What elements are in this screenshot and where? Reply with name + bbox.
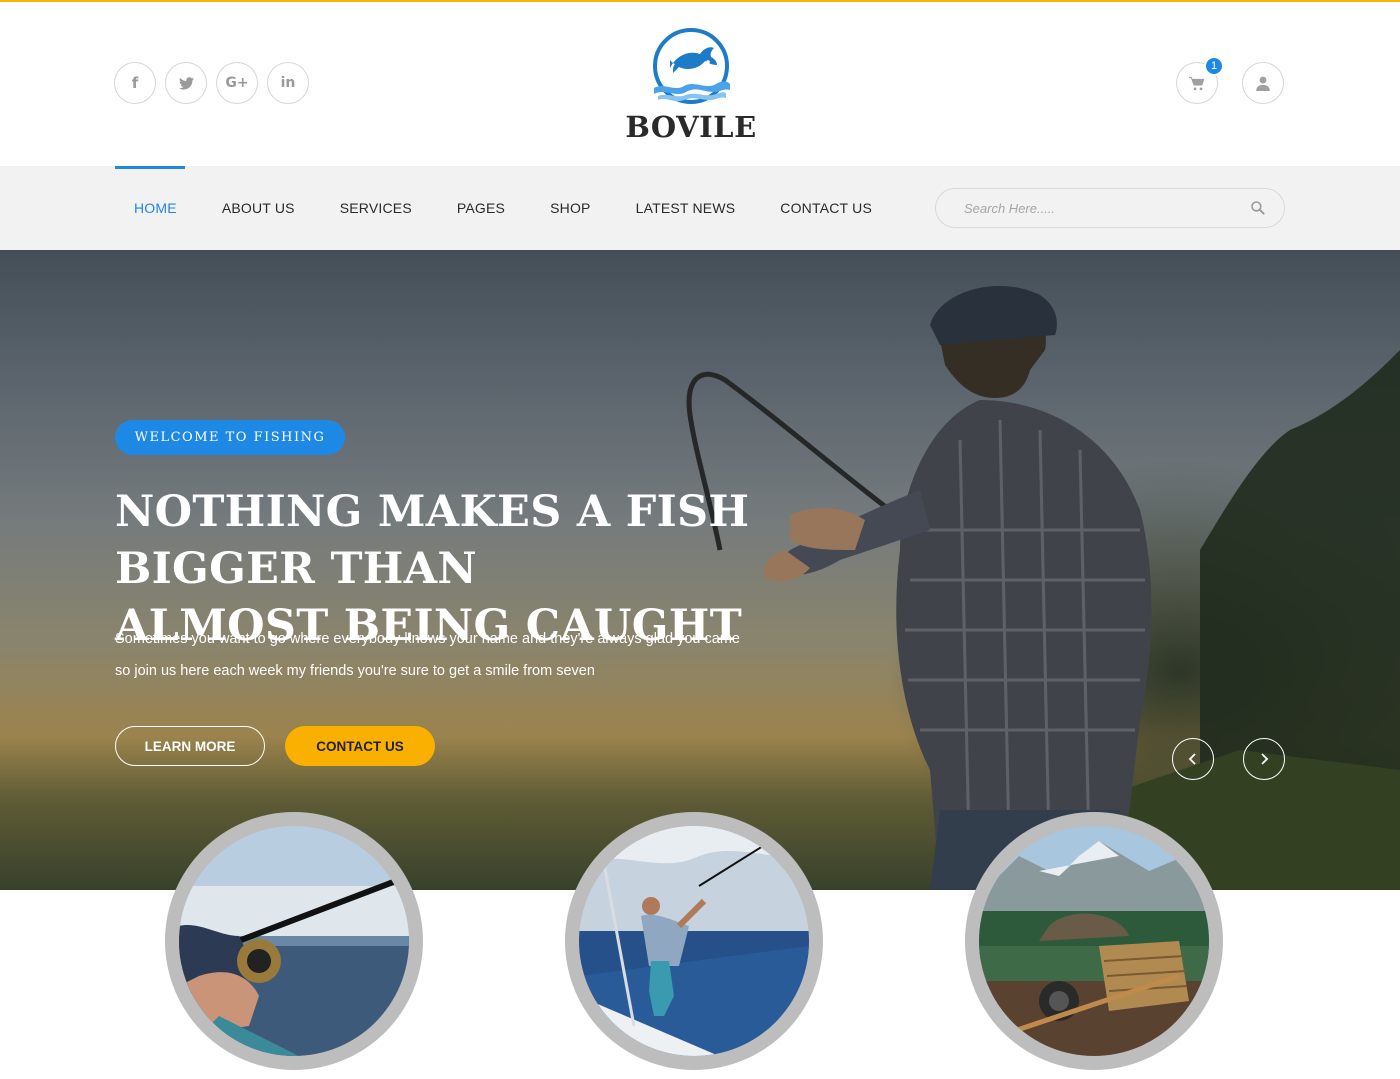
hero-description: Sometimes you want to go where everybody… [115, 623, 755, 687]
feature-image-rod-at-sea [179, 826, 409, 1056]
google-plus-icon[interactable]: G+ [216, 62, 258, 104]
welcome-tag: WELCOME TO FISHING [115, 420, 345, 455]
fish-logo-icon [653, 28, 730, 104]
learn-more-button[interactable]: LEARN MORE [115, 726, 265, 766]
hero-description-line-1: Sometimes you want to go where everybody… [115, 631, 740, 647]
chevron-right-icon [1261, 753, 1269, 765]
feature-circle-rod-at-sea[interactable] [165, 812, 423, 1070]
feature-image-fishing-gear [979, 826, 1209, 1056]
main-navigation: HOME ABOUT US SERVICES PAGES SHOP LATEST… [0, 166, 1400, 250]
slider-prev-button[interactable] [1172, 738, 1214, 780]
nav-item-pages[interactable]: PAGES [457, 200, 505, 216]
nav-item-shop[interactable]: SHOP [550, 200, 590, 216]
nav-item-home[interactable]: HOME [134, 200, 177, 216]
feature-circle-fishing-gear[interactable] [965, 812, 1223, 1070]
search-box [935, 188, 1285, 228]
nav-item-latest-news[interactable]: LATEST NEWS [636, 200, 736, 216]
chevron-left-icon [1188, 753, 1196, 765]
feature-image-boat-fishing [579, 826, 809, 1056]
nav-menu: HOME ABOUT US SERVICES PAGES SHOP LATEST… [134, 166, 917, 250]
slider-next-button[interactable] [1243, 738, 1285, 780]
site-header: f G+ in BOVILE 1 [0, 2, 1400, 166]
hero-slider: WELCOME TO FISHING NOTHING MAKES A FISH … [0, 250, 1400, 890]
social-links: f G+ in [114, 62, 309, 104]
header-actions: 1 [1176, 56, 1284, 104]
nav-item-contact-us[interactable]: CONTACT US [780, 200, 872, 216]
feature-circle-boat-fishing[interactable] [565, 812, 823, 1070]
user-icon[interactable] [1242, 62, 1284, 104]
search-input[interactable] [964, 200, 1250, 216]
cart-button[interactable]: 1 [1176, 56, 1224, 104]
twitter-icon[interactable] [165, 62, 207, 104]
nav-item-about-us[interactable]: ABOUT US [222, 200, 295, 216]
brand-name: BOVILE [625, 110, 757, 144]
nav-item-services[interactable]: SERVICES [340, 200, 412, 216]
facebook-icon[interactable]: f [114, 62, 156, 104]
hero-description-line-2: so join us here each week my friends you… [115, 663, 595, 679]
linkedin-icon[interactable]: in [267, 62, 309, 104]
search-icon[interactable] [1250, 200, 1266, 216]
cart-count-badge: 1 [1204, 56, 1224, 76]
hero-title-line-1: NOTHING MAKES A FISH BIGGER THAN [115, 487, 750, 594]
logo[interactable]: BOVILE [590, 26, 792, 144]
contact-us-button[interactable]: CONTACT US [285, 726, 435, 766]
